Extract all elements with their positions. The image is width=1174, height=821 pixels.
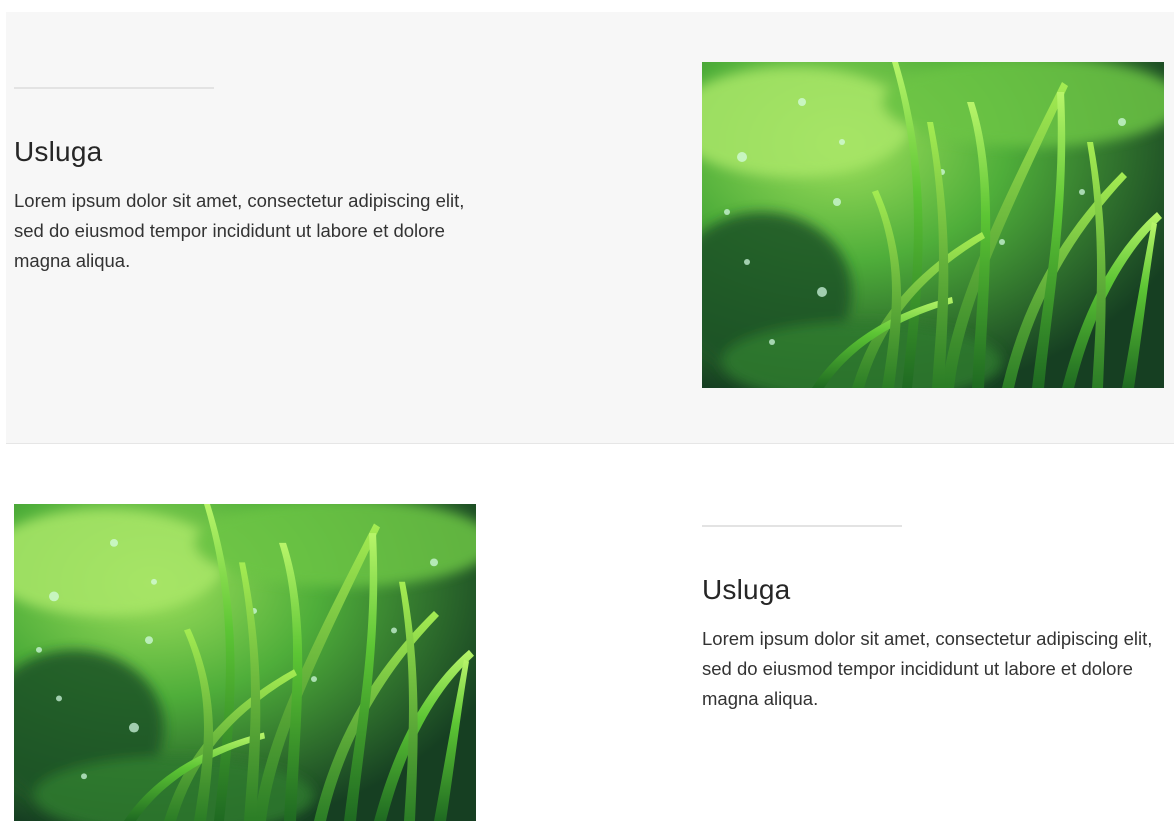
service-title: Usluga xyxy=(14,136,103,167)
section-divider-line xyxy=(14,87,214,89)
service-title: Usluga xyxy=(702,574,791,605)
service-section-2: Usluga Lorem ipsum dolor sit amet, conse… xyxy=(6,444,1174,821)
service-description: Lorem ipsum dolor sit amet, consectetur … xyxy=(702,628,1153,709)
grass-photo xyxy=(14,504,476,821)
service-section-1: Usluga Lorem ipsum dolor sit amet, conse… xyxy=(6,12,1174,444)
grass-photo xyxy=(702,62,1164,388)
section-divider-line xyxy=(702,525,902,527)
service-description: Lorem ipsum dolor sit amet, consectetur … xyxy=(14,190,465,271)
page: Usluga Lorem ipsum dolor sit amet, conse… xyxy=(0,0,1174,821)
